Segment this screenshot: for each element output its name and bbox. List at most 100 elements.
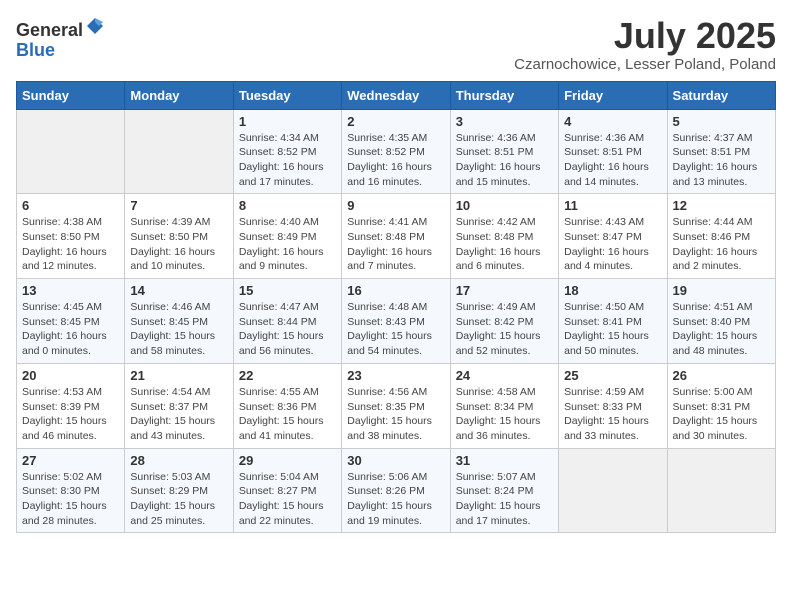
calendar-cell: 19Sunrise: 4:51 AMSunset: 8:40 PMDayligh…	[667, 279, 775, 364]
day-number: 18	[564, 283, 661, 298]
month-title: July 2025	[514, 16, 776, 56]
day-info: Sunrise: 4:35 AMSunset: 8:52 PMDaylight:…	[347, 131, 444, 190]
day-number: 6	[22, 198, 119, 213]
day-number: 31	[456, 453, 553, 468]
calendar-cell: 31 Sunrise: 5:07 AMSunset: 8:24 PMDayligh…	[450, 448, 558, 533]
day-info: Sunrise: 4:50 AMSunset: 8:41 PMDaylight:…	[564, 300, 661, 359]
day-info: Sunrise: 4:46 AMSunset: 8:45 PMDaylight:…	[130, 300, 227, 359]
logo-icon	[85, 16, 105, 36]
calendar-cell: 23Sunrise: 4:56 AMSunset: 8:35 PMDayligh…	[342, 363, 450, 448]
day-info: Sunrise: 4:58 AMSunset: 8:34 PMDaylight:…	[456, 385, 553, 444]
header-day-thursday: Thursday	[450, 81, 558, 109]
calendar-cell: 1 Sunrise: 4:34 AMSunset: 8:52 PMDaylight…	[233, 109, 341, 194]
calendar-cell: 2 Sunrise: 4:35 AMSunset: 8:52 PMDaylight…	[342, 109, 450, 194]
calendar-week-5: 27Sunrise: 5:02 AMSunset: 8:30 PMDayligh…	[17, 448, 776, 533]
day-number: 27	[22, 453, 119, 468]
day-number: 5	[673, 114, 770, 129]
day-info: Sunrise: 4:43 AMSunset: 8:47 PMDaylight:…	[564, 215, 661, 274]
day-info: Sunrise: 5:06 AMSunset: 8:26 PMDaylight:…	[347, 470, 444, 529]
day-number: 13	[22, 283, 119, 298]
calendar-cell: 3 Sunrise: 4:36 AMSunset: 8:51 PMDaylight…	[450, 109, 558, 194]
calendar-cell: 28 Sunrise: 5:03 AMSunset: 8:29 PMDayligh…	[125, 448, 233, 533]
day-number: 17	[456, 283, 553, 298]
logo-text-general: General	[16, 20, 83, 40]
day-info: Sunrise: 4:36 AMSunset: 8:51 PMDaylight:…	[564, 131, 661, 190]
day-info: Sunrise: 4:45 AMSunset: 8:45 PMDaylight:…	[22, 300, 119, 359]
day-number: 8	[239, 198, 336, 213]
calendar-cell: 29Sunrise: 5:04 AMSunset: 8:27 PMDayligh…	[233, 448, 341, 533]
day-info: Sunrise: 4:40 AMSunset: 8:49 PMDaylight:…	[239, 215, 336, 274]
page-header: General Blue July 2025 Czarnochowice, Le…	[16, 16, 776, 73]
calendar-cell: 25 Sunrise: 4:59 AMSunset: 8:33 PMDayligh…	[559, 363, 667, 448]
day-info: Sunrise: 4:54 AMSunset: 8:37 PMDaylight:…	[130, 385, 227, 444]
title-area: July 2025 Czarnochowice, Lesser Poland, …	[514, 16, 776, 73]
calendar-cell: 5Sunrise: 4:37 AMSunset: 8:51 PMDaylight…	[667, 109, 775, 194]
calendar-week-1: 1 Sunrise: 4:34 AMSunset: 8:52 PMDaylight…	[17, 109, 776, 194]
day-info: Sunrise: 4:49 AMSunset: 8:42 PMDaylight:…	[456, 300, 553, 359]
day-info: Sunrise: 4:44 AMSunset: 8:46 PMDaylight:…	[673, 215, 770, 274]
calendar-cell: 17 Sunrise: 4:49 AMSunset: 8:42 PMDayligh…	[450, 279, 558, 364]
day-number: 26	[673, 368, 770, 383]
day-number: 20	[22, 368, 119, 383]
calendar-week-2: 6 Sunrise: 4:38 AMSunset: 8:50 PMDaylight…	[17, 194, 776, 279]
calendar-week-4: 20 Sunrise: 4:53 AMSunset: 8:39 PMDayligh…	[17, 363, 776, 448]
calendar-cell: 24 Sunrise: 4:58 AMSunset: 8:34 PMDayligh…	[450, 363, 558, 448]
day-info: Sunrise: 4:41 AMSunset: 8:48 PMDaylight:…	[347, 215, 444, 274]
calendar-cell: 16Sunrise: 4:48 AMSunset: 8:43 PMDayligh…	[342, 279, 450, 364]
day-info: Sunrise: 5:03 AMSunset: 8:29 PMDaylight:…	[130, 470, 227, 529]
day-info: Sunrise: 4:55 AMSunset: 8:36 PMDaylight:…	[239, 385, 336, 444]
calendar-cell: 13 Sunrise: 4:45 AMSunset: 8:45 PMDayligh…	[17, 279, 125, 364]
calendar-cell	[17, 109, 125, 194]
day-info: Sunrise: 4:38 AMSunset: 8:50 PMDaylight:…	[22, 215, 119, 274]
day-number: 30	[347, 453, 444, 468]
logo: General Blue	[16, 16, 105, 61]
calendar-cell: 7Sunrise: 4:39 AMSunset: 8:50 PMDaylight…	[125, 194, 233, 279]
day-info: Sunrise: 5:07 AMSunset: 8:24 PMDaylight:…	[456, 470, 553, 529]
day-info: Sunrise: 4:42 AMSunset: 8:48 PMDaylight:…	[456, 215, 553, 274]
day-number: 10	[456, 198, 553, 213]
header-day-wednesday: Wednesday	[342, 81, 450, 109]
day-info: Sunrise: 5:00 AMSunset: 8:31 PMDaylight:…	[673, 385, 770, 444]
day-number: 2	[347, 114, 444, 129]
day-number: 1	[239, 114, 336, 129]
day-info: Sunrise: 4:36 AMSunset: 8:51 PMDaylight:…	[456, 131, 553, 190]
header-day-monday: Monday	[125, 81, 233, 109]
day-info: Sunrise: 4:39 AMSunset: 8:50 PMDaylight:…	[130, 215, 227, 274]
calendar-cell: 20 Sunrise: 4:53 AMSunset: 8:39 PMDayligh…	[17, 363, 125, 448]
day-number: 12	[673, 198, 770, 213]
day-number: 19	[673, 283, 770, 298]
header-day-sunday: Sunday	[17, 81, 125, 109]
calendar-cell: 21 Sunrise: 4:54 AMSunset: 8:37 PMDayligh…	[125, 363, 233, 448]
calendar-cell	[667, 448, 775, 533]
calendar-week-3: 13 Sunrise: 4:45 AMSunset: 8:45 PMDayligh…	[17, 279, 776, 364]
header-day-tuesday: Tuesday	[233, 81, 341, 109]
calendar-header-row: SundayMondayTuesdayWednesdayThursdayFrid…	[17, 81, 776, 109]
day-number: 15	[239, 283, 336, 298]
day-info: Sunrise: 4:59 AMSunset: 8:33 PMDaylight:…	[564, 385, 661, 444]
day-number: 16	[347, 283, 444, 298]
day-info: Sunrise: 4:47 AMSunset: 8:44 PMDaylight:…	[239, 300, 336, 359]
day-number: 14	[130, 283, 227, 298]
day-info: Sunrise: 4:53 AMSunset: 8:39 PMDaylight:…	[22, 385, 119, 444]
calendar-cell: 12 Sunrise: 4:44 AMSunset: 8:46 PMDayligh…	[667, 194, 775, 279]
day-number: 25	[564, 368, 661, 383]
day-number: 28	[130, 453, 227, 468]
day-number: 3	[456, 114, 553, 129]
calendar-cell: 18 Sunrise: 4:50 AMSunset: 8:41 PMDayligh…	[559, 279, 667, 364]
day-number: 21	[130, 368, 227, 383]
calendar-cell: 9Sunrise: 4:41 AMSunset: 8:48 PMDaylight…	[342, 194, 450, 279]
day-number: 23	[347, 368, 444, 383]
calendar-cell: 15 Sunrise: 4:47 AMSunset: 8:44 PMDayligh…	[233, 279, 341, 364]
day-number: 29	[239, 453, 336, 468]
calendar-cell: 30 Sunrise: 5:06 AMSunset: 8:26 PMDayligh…	[342, 448, 450, 533]
logo-text-blue: Blue	[16, 40, 55, 60]
day-info: Sunrise: 4:34 AMSunset: 8:52 PMDaylight:…	[239, 131, 336, 190]
calendar-cell: 26 Sunrise: 5:00 AMSunset: 8:31 PMDayligh…	[667, 363, 775, 448]
calendar-cell: 10 Sunrise: 4:42 AMSunset: 8:48 PMDayligh…	[450, 194, 558, 279]
calendar-cell: 27Sunrise: 5:02 AMSunset: 8:30 PMDayligh…	[17, 448, 125, 533]
calendar-cell: 22Sunrise: 4:55 AMSunset: 8:36 PMDayligh…	[233, 363, 341, 448]
header-day-saturday: Saturday	[667, 81, 775, 109]
day-number: 24	[456, 368, 553, 383]
calendar-cell	[559, 448, 667, 533]
day-number: 4	[564, 114, 661, 129]
